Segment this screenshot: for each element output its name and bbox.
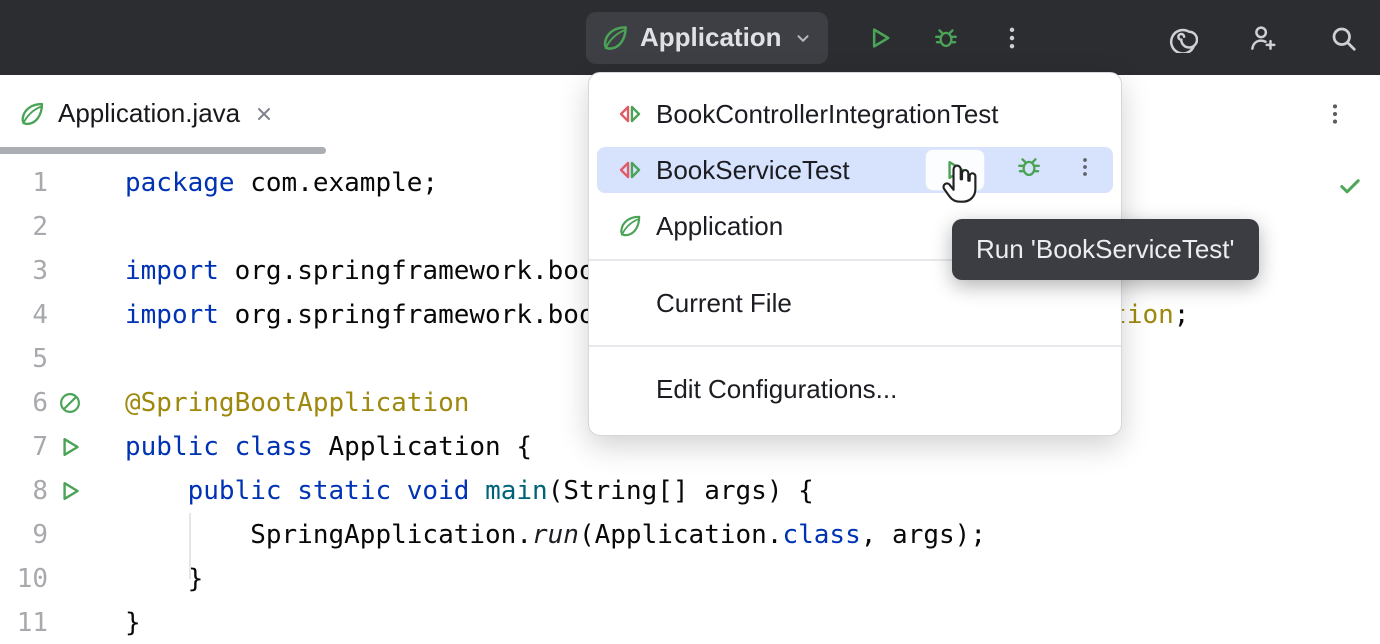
popup-item-icon-slot [617, 376, 643, 402]
gutter [48, 513, 92, 557]
gutter [48, 601, 92, 644]
tabs-scrollbar[interactable] [0, 147, 326, 154]
popup-item-label: Edit Configurations... [656, 374, 897, 405]
spring-bean-gutter-icon[interactable] [57, 390, 83, 416]
debug-button[interactable] [932, 24, 960, 52]
spring-boot-file-icon [18, 100, 46, 128]
popup-item-icon-slot [617, 213, 643, 239]
run-tooltip-text: Run 'BookServiceTest' [976, 234, 1235, 264]
row-more-button[interactable] [1073, 155, 1097, 186]
spring-boot-icon [600, 23, 630, 53]
debug-icon [1015, 153, 1043, 181]
editor-options-button[interactable] [1316, 75, 1354, 152]
editor-line: 9 SpringApplication.run(Application.clas… [0, 513, 1380, 557]
gutter [48, 161, 92, 205]
gutter [48, 557, 92, 601]
popup-item-label: BookControllerIntegrationTest [656, 99, 999, 130]
main-toolbar: Application [0, 0, 1380, 75]
run-gutter-icon[interactable] [57, 478, 83, 504]
popup-item-label: Current File [656, 288, 792, 319]
more-actions-button[interactable] [998, 24, 1026, 52]
popup-separator [589, 345, 1121, 347]
popup-item[interactable]: Current File [589, 271, 1121, 335]
toolbar-right-group [1168, 0, 1358, 75]
line-number: 6 [0, 381, 48, 425]
line-number: 7 [0, 425, 48, 469]
test-config-icon [617, 101, 643, 127]
tab-application-java[interactable]: Application.java [18, 75, 276, 152]
chevron-down-icon [792, 27, 814, 49]
popup-item-icon-slot [617, 157, 643, 183]
popup-item[interactable]: BookControllerIntegrationTest [589, 91, 1121, 137]
editor-line: 11} [0, 601, 1380, 644]
kebab-icon [1322, 101, 1348, 127]
popup-item[interactable]: BookServiceTest [597, 147, 1113, 193]
run-icon [866, 24, 894, 52]
line-number: 9 [0, 513, 48, 557]
gutter [48, 337, 92, 381]
line-number: 8 [0, 469, 48, 513]
run-gutter-icon[interactable] [57, 434, 83, 460]
gutter [48, 293, 92, 337]
kebab-icon [1073, 155, 1097, 179]
ai-assistant-button[interactable] [1168, 23, 1198, 53]
popup-item-label: BookServiceTest [656, 155, 850, 186]
search-icon [1328, 23, 1358, 53]
run-config-selector[interactable]: Application [586, 12, 828, 64]
code-line[interactable]: package com.example; [92, 161, 438, 205]
line-number: 1 [0, 161, 48, 205]
test-config-icon [617, 157, 643, 183]
run-button[interactable] [866, 24, 894, 52]
gutter [48, 425, 92, 469]
gutter [48, 381, 92, 425]
popup-item-icon-slot [617, 101, 643, 127]
gutter [48, 469, 92, 513]
line-number: 10 [0, 557, 48, 601]
line-number: 11 [0, 601, 48, 644]
code-line[interactable] [92, 205, 125, 249]
editor-line: 10 } [0, 557, 1380, 601]
gutter [48, 249, 92, 293]
kebab-icon [998, 24, 1026, 52]
line-number: 2 [0, 205, 48, 249]
run-config-label: Application [640, 22, 782, 53]
line-number: 4 [0, 293, 48, 337]
code-line[interactable]: } [92, 557, 203, 601]
toolbar-run-group: Application [586, 0, 1026, 75]
add-user-button[interactable] [1248, 23, 1278, 53]
run-icon [942, 157, 968, 183]
code-line[interactable]: public class Application { [92, 425, 532, 469]
debug-icon [932, 24, 960, 52]
row-debug-button[interactable] [1015, 153, 1043, 188]
ai-assistant-icon [1168, 23, 1198, 53]
inspection-ok-icon [1336, 172, 1364, 200]
ide-window: Application [0, 0, 1380, 644]
indent-guide [189, 513, 191, 579]
line-number: 3 [0, 249, 48, 293]
tab-close-icon[interactable] [252, 102, 276, 126]
code-line[interactable] [92, 337, 125, 381]
popup-item-label: Application [656, 211, 783, 242]
code-line[interactable]: } [92, 601, 141, 644]
popup-item-icon-slot [617, 290, 643, 316]
spring-boot-icon [617, 213, 643, 239]
gutter [48, 205, 92, 249]
code-line[interactable]: public static void main(String[] args) { [92, 469, 814, 513]
line-number: 5 [0, 337, 48, 381]
row-run-button[interactable] [925, 149, 985, 191]
add-user-icon [1248, 23, 1278, 53]
search-button[interactable] [1328, 23, 1358, 53]
run-tooltip: Run 'BookServiceTest' [952, 219, 1259, 280]
code-line[interactable]: SpringApplication.run(Application.class,… [92, 513, 986, 557]
editor-line: 8 public static void main(String[] args)… [0, 469, 1380, 513]
code-line[interactable]: @SpringBootApplication [92, 381, 469, 425]
popup-item[interactable]: Edit Configurations... [589, 357, 1121, 421]
popup-item-actions [925, 149, 1101, 191]
tab-label: Application.java [58, 98, 240, 129]
